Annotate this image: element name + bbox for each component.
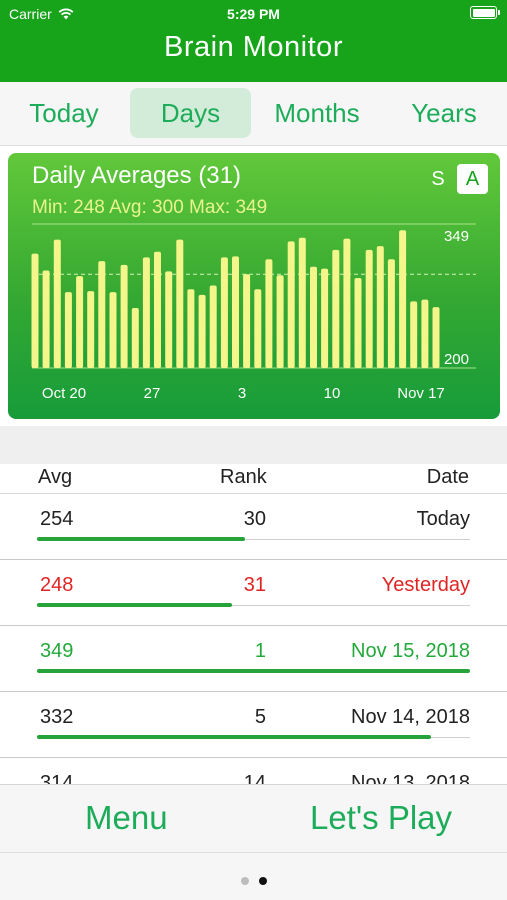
row-date: Yesterday xyxy=(381,574,470,596)
chart-bar xyxy=(276,275,284,368)
chart-bar xyxy=(53,239,61,368)
chart-bar xyxy=(265,259,273,368)
chart-bar xyxy=(109,292,117,368)
row-avg: 254 xyxy=(40,508,74,530)
chart-bar xyxy=(298,237,306,368)
x-tick-label: 10 xyxy=(324,385,341,402)
chart-bar xyxy=(87,291,95,368)
tab-years[interactable]: Years xyxy=(390,88,498,138)
chart-bar xyxy=(332,249,340,368)
y-tick-label: 349 xyxy=(444,228,469,245)
chart-bar xyxy=(165,271,173,368)
page-dot[interactable] xyxy=(240,877,249,885)
row-avg: 248 xyxy=(40,574,74,596)
chart-bar xyxy=(98,261,106,368)
footer-divider xyxy=(0,852,507,853)
chart-bar xyxy=(120,264,128,368)
period-tabs: Today Days Months Years xyxy=(0,82,507,146)
tab-today[interactable]: Today xyxy=(7,88,121,138)
chart-bar xyxy=(232,256,239,368)
row-score-bar xyxy=(37,735,431,739)
app-title: Brain Monitor xyxy=(164,31,343,63)
row-avg: 332 xyxy=(40,706,74,728)
row-avg: 349 xyxy=(40,640,74,662)
chart-bar xyxy=(421,299,429,368)
page-indicator[interactable] xyxy=(0,872,507,890)
y-tick-label: 200 xyxy=(444,351,469,368)
battery-icon xyxy=(470,6,500,19)
chart-bar xyxy=(42,270,50,368)
chart-bar xyxy=(64,292,72,368)
table-header: Avg Rank Date xyxy=(0,466,507,494)
chart-bar xyxy=(131,308,139,368)
x-tick-label: Nov 17 xyxy=(397,385,445,402)
row-score-bar xyxy=(37,603,232,607)
chart-bar xyxy=(198,294,206,368)
lets-play-button[interactable]: Let's Play xyxy=(310,799,452,837)
chart-bar xyxy=(76,276,84,368)
chart-bar xyxy=(399,230,407,368)
chart-bar xyxy=(376,246,384,368)
avg-column-header: Avg xyxy=(38,466,73,488)
row-rank: 1 xyxy=(254,640,266,662)
chart-bar xyxy=(387,259,395,368)
x-tick-label: Oct 20 xyxy=(42,385,86,402)
chart-bar xyxy=(209,285,217,368)
row-rank: 31 xyxy=(243,574,266,596)
section-spacer xyxy=(0,426,507,464)
page-dot-active[interactable] xyxy=(258,877,267,885)
table-row[interactable]: 349 1 Nov 15, 2018 xyxy=(0,626,507,692)
status-bar: Carrier 5:29 PM xyxy=(0,0,507,28)
row-date: Today xyxy=(416,508,470,530)
table-row[interactable]: 248 31 Yesterday xyxy=(0,560,507,626)
row-date: Nov 14, 2018 xyxy=(351,706,470,728)
chart-bar xyxy=(310,266,317,368)
x-tick-label: 27 xyxy=(144,385,161,402)
row-date: Nov 15, 2018 xyxy=(351,640,470,662)
daily-averages-chart: 349 200 Oct 20 27 3 10 Nov 17 xyxy=(31,223,476,402)
chart-bar xyxy=(365,249,373,368)
chart-bar xyxy=(354,278,362,368)
x-tick-label: 3 xyxy=(238,385,246,402)
date-column-header: Date xyxy=(426,466,469,488)
tab-months[interactable]: Months xyxy=(259,88,375,138)
row-score-bar xyxy=(37,669,470,673)
chart-bar xyxy=(142,257,150,368)
rank-column-header: Rank xyxy=(220,466,267,488)
chart-bar xyxy=(154,251,161,368)
row-rank: 30 xyxy=(243,508,266,530)
menu-button[interactable]: Menu xyxy=(85,799,168,837)
chart-bar xyxy=(432,307,440,368)
chart-bar xyxy=(287,241,295,368)
row-score-bar xyxy=(37,537,245,541)
chart-bar xyxy=(187,289,195,368)
table-row[interactable]: 332 5 Nov 14, 2018 xyxy=(0,692,507,758)
chart-bar xyxy=(243,274,251,368)
chart-bar xyxy=(220,257,228,368)
chart-bar xyxy=(176,239,184,368)
app-header: Carrier 5:29 PM Brain Monitor xyxy=(0,0,507,82)
chart-bar xyxy=(254,289,262,368)
tab-days[interactable]: Days xyxy=(130,88,251,138)
chart-bar xyxy=(321,268,329,368)
footer-bar: Menu Let's Play xyxy=(0,784,507,900)
chart-bar xyxy=(343,238,351,368)
chart-bar xyxy=(31,253,39,368)
table-row[interactable]: 254 30 Today xyxy=(0,494,507,560)
daily-averages-card: Daily Averages (31) Min: 248 Avg: 300 Ma… xyxy=(8,153,500,419)
row-rank: 5 xyxy=(254,706,266,728)
status-time: 5:29 PM xyxy=(227,6,280,22)
chart-bar xyxy=(410,301,418,368)
